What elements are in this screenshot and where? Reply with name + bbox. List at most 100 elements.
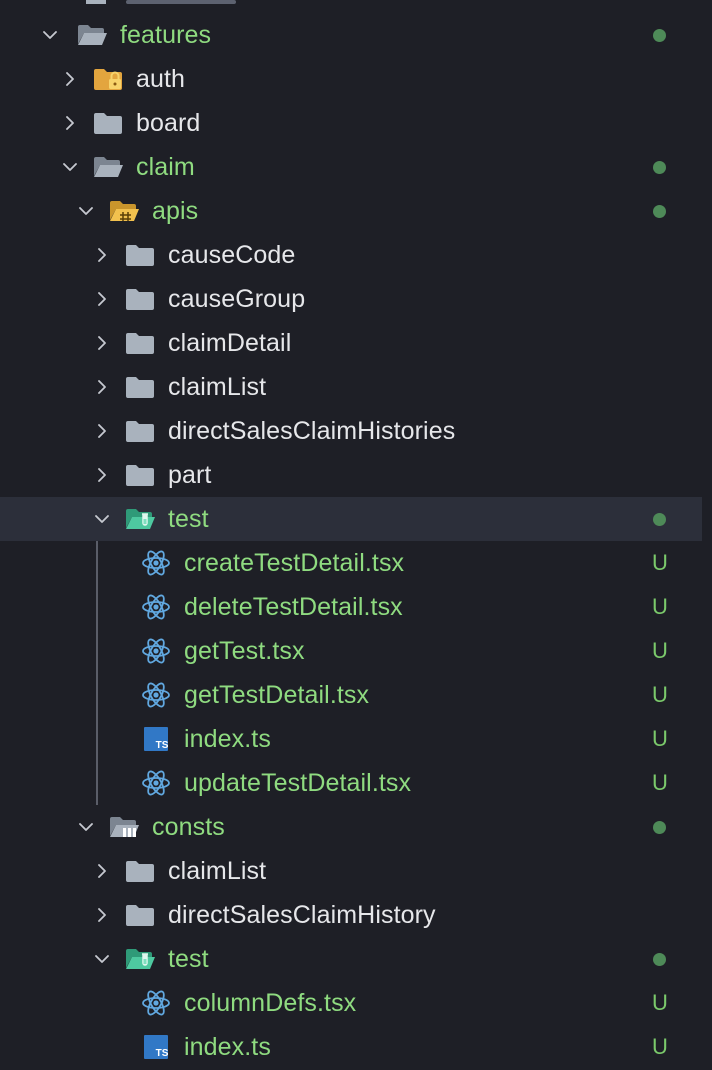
folder-icon: [124, 461, 156, 489]
folder-icon: [124, 241, 156, 269]
file-row[interactable]: updateTestDetail.tsx U: [0, 761, 702, 805]
react-file-icon: [140, 769, 172, 797]
folder-row[interactable]: auth: [0, 57, 702, 101]
chevron-down-icon[interactable]: [95, 512, 109, 526]
folder-name: consts: [152, 813, 225, 841]
chevron-right-icon[interactable]: [63, 116, 77, 130]
modified-dot-indicator: [653, 29, 666, 42]
modified-dot-indicator: [653, 205, 666, 218]
chevron-down-icon[interactable]: [63, 160, 77, 174]
folder-row[interactable]: claimList: [0, 849, 702, 893]
file-name: getTestDetail.tsx: [184, 681, 370, 709]
file-row[interactable]: createTestDetail.tsx U: [0, 541, 702, 585]
folder-row[interactable]: apis: [0, 189, 702, 233]
react-file-icon: [140, 989, 172, 1017]
file-row[interactable]: TS index.ts U: [0, 1025, 702, 1069]
folder-icon: [124, 285, 156, 313]
file-name: getTest.tsx: [184, 637, 305, 665]
folder-name: claimList: [168, 857, 267, 885]
folder-row[interactable]: claimDetail: [0, 321, 702, 365]
folder-name: claimDetail: [168, 329, 292, 357]
folder-test-icon: [124, 505, 156, 533]
modified-dot-indicator: [653, 821, 666, 834]
chevron-right-icon[interactable]: [95, 908, 109, 922]
folder-row[interactable]: causeCode: [0, 233, 702, 277]
file-row[interactable]: deleteTestDetail.tsx U: [0, 585, 702, 629]
chevron-right-icon[interactable]: [95, 336, 109, 350]
file-name: columnDefs.tsx: [184, 989, 357, 1017]
untracked-badge: U: [652, 682, 668, 707]
chevron-right-icon[interactable]: [95, 468, 109, 482]
folder-row[interactable]: features: [0, 13, 702, 57]
chevron-right-icon[interactable]: [63, 72, 77, 86]
folder-name: test: [168, 945, 209, 973]
indent-guide: [96, 541, 98, 805]
folder-row[interactable]: directSalesClaimHistory: [0, 893, 702, 937]
file-name: deleteTestDetail.tsx: [184, 593, 403, 621]
folder-name: part: [168, 461, 212, 489]
folder-row[interactable]: consts: [0, 805, 702, 849]
folder-row[interactable]: board: [0, 101, 702, 145]
folder-row[interactable]: claimList: [0, 365, 702, 409]
folder-name: auth: [136, 65, 186, 93]
folder-open-icon: [92, 153, 124, 181]
typescript-file-icon: TS: [140, 1033, 172, 1061]
folder-name: test: [168, 505, 209, 533]
file-name: index.ts: [184, 725, 271, 753]
folder-name: causeGroup: [168, 285, 306, 313]
typescript-file-icon: TS: [140, 725, 172, 753]
react-file-icon: [140, 681, 172, 709]
chevron-right-icon[interactable]: [95, 380, 109, 394]
folder-row[interactable]: causeGroup: [0, 277, 702, 321]
folder-icon: [124, 901, 156, 929]
file-name: createTestDetail.tsx: [184, 549, 405, 577]
folder-name: board: [136, 109, 201, 137]
folder-icon: [124, 329, 156, 357]
file-name: index.ts: [184, 1033, 271, 1061]
folder-name: claim: [136, 153, 195, 181]
chevron-down-icon[interactable]: [79, 820, 93, 834]
chevron-right-icon[interactable]: [95, 248, 109, 262]
react-file-icon: [140, 637, 172, 665]
chevron-down-icon[interactable]: [79, 204, 93, 218]
folder-name: causeCode: [168, 241, 296, 269]
modified-dot-indicator: [653, 513, 666, 526]
chevron-down-icon[interactable]: [43, 28, 57, 42]
chevron-right-icon[interactable]: [95, 424, 109, 438]
file-row[interactable]: getTest.tsx U: [0, 629, 702, 673]
folder-icon: [124, 417, 156, 445]
folder-name: apis: [152, 197, 199, 225]
modified-dot-indicator: [653, 161, 666, 174]
folder-row[interactable]: test: [0, 937, 702, 981]
untracked-badge: U: [652, 770, 668, 795]
folder-name: features: [120, 21, 212, 49]
untracked-badge: U: [652, 638, 668, 663]
file-name: updateTestDetail.tsx: [184, 769, 412, 797]
chevron-right-icon[interactable]: [95, 292, 109, 306]
untracked-badge: U: [652, 1034, 668, 1059]
folder-test-icon: [124, 945, 156, 973]
svg-text:TS: TS: [156, 1048, 169, 1059]
file-row[interactable]: getTestDetail.tsx U: [0, 673, 702, 717]
folder-row[interactable]: directSalesClaimHistories: [0, 409, 702, 453]
folder-icon: [92, 109, 124, 137]
file-explorer-tree: features auth board claim apis causeCode cause…: [0, 0, 712, 1070]
svg-text:TS: TS: [156, 740, 169, 751]
folder-lock-icon: [92, 65, 124, 93]
react-file-icon: [140, 593, 172, 621]
folder-icon: [124, 857, 156, 885]
file-row[interactable]: TS index.ts U: [0, 717, 702, 761]
file-row[interactable]: columnDefs.tsx U: [0, 981, 702, 1025]
untracked-badge: U: [652, 990, 668, 1015]
folder-name: directSalesClaimHistory: [168, 901, 436, 929]
partial-row-icon: [86, 0, 236, 4]
folder-row[interactable]: part: [0, 453, 702, 497]
untracked-badge: U: [652, 550, 668, 575]
folder-row[interactable]: test: [0, 497, 702, 541]
folder-row[interactable]: claim: [0, 145, 702, 189]
folder-open-icon: [76, 21, 108, 49]
chevron-down-icon[interactable]: [95, 952, 109, 966]
folder-icon: [124, 373, 156, 401]
chevron-right-icon[interactable]: [95, 864, 109, 878]
folder-name: directSalesClaimHistories: [168, 417, 456, 445]
